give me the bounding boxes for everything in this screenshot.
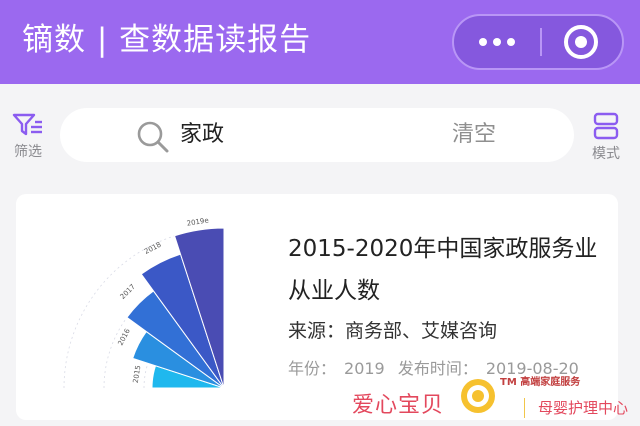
watermark-tagline: 母婴护理中心 bbox=[538, 399, 629, 417]
search-bar[interactable]: 家政 清空 bbox=[60, 108, 574, 162]
filter-label: 筛选 bbox=[14, 144, 42, 160]
watermark-brand: 爱心宝贝 bbox=[352, 393, 445, 418]
search-input[interactable]: 家政 bbox=[180, 120, 224, 150]
more-dots-icon[interactable] bbox=[454, 16, 540, 68]
filter-icon bbox=[12, 113, 42, 136]
clear-button[interactable]: 清空 bbox=[452, 120, 496, 150]
thumbnail-year-label: 2018 bbox=[143, 241, 163, 256]
sun-logo-icon bbox=[461, 379, 495, 413]
report-thumbnail: 20152016201720182019e bbox=[63, 216, 225, 389]
watermark-divider bbox=[524, 398, 525, 418]
watermark-tm: TM 高端家庭服务 bbox=[500, 377, 581, 388]
filter-button[interactable]: 筛选 bbox=[6, 112, 50, 168]
year-label: 年份： bbox=[288, 359, 337, 378]
app-title: 镝数 | 查数据读报告 bbox=[22, 22, 312, 58]
mode-button[interactable]: 模式 bbox=[584, 112, 628, 168]
brand-watermark: 爱心宝贝 TM 高端家庭服务 母婴护理中心 bbox=[340, 368, 640, 426]
app-bar: 镝数 | 查数据读报告 bbox=[0, 0, 640, 84]
target-close-icon[interactable] bbox=[564, 25, 598, 59]
report-source: 来源：商务部、艾媒咨询 bbox=[288, 320, 498, 342]
thumbnail-year-label: 2017 bbox=[119, 283, 137, 301]
mode-label: 模式 bbox=[592, 146, 620, 162]
thumbnail-year-label: 2015 bbox=[132, 365, 143, 384]
capsule-divider bbox=[540, 28, 542, 56]
report-title[interactable]: 2015-2020年中国家政服务业从业人数 bbox=[288, 228, 608, 312]
thumbnail-year-label: 2019e bbox=[186, 216, 209, 227]
layout-mode-icon bbox=[593, 112, 619, 140]
mini-program-capsule bbox=[452, 14, 624, 70]
search-icon bbox=[137, 121, 169, 153]
